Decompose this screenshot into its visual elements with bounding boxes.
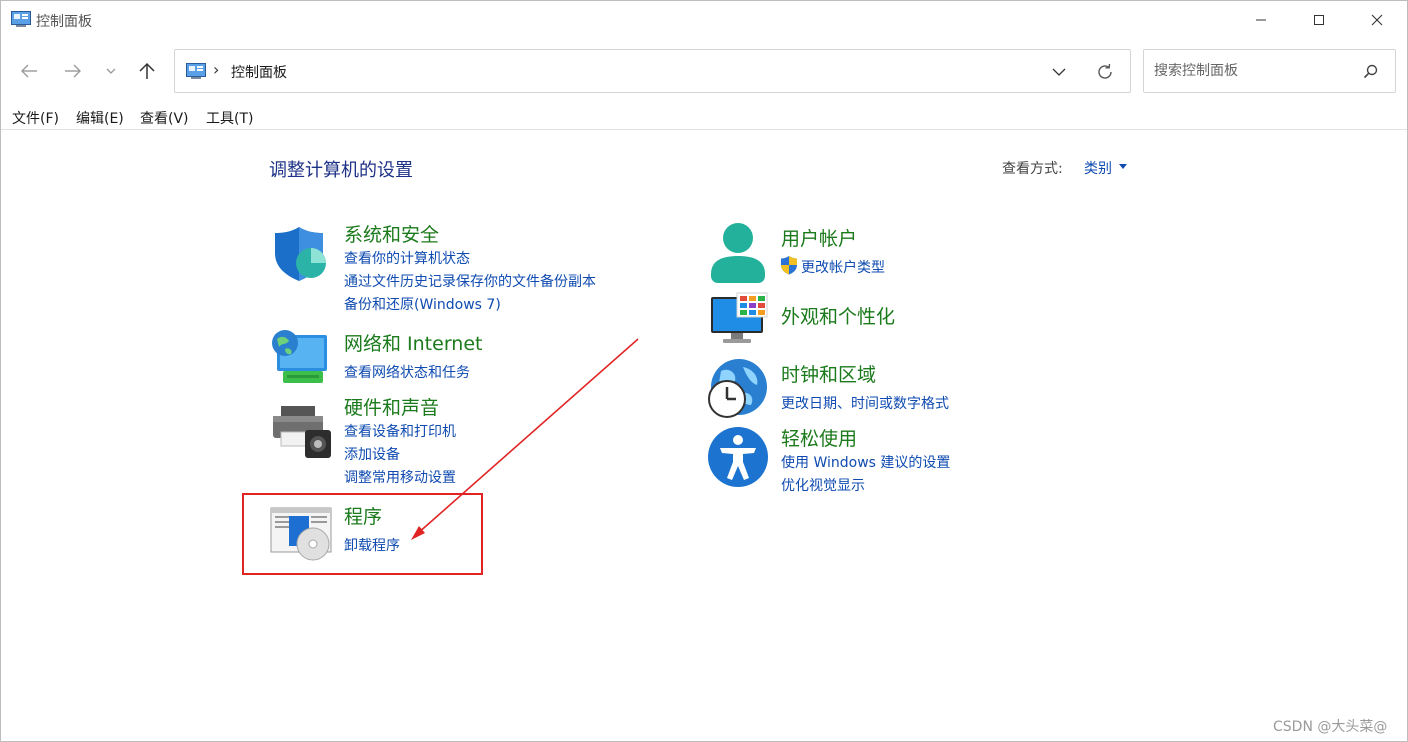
page-title: 调整计算机的设置 — [269, 160, 413, 181]
search-box[interactable] — [1143, 49, 1396, 93]
control-panel-app-icon — [11, 11, 31, 27]
menu-bar: 文件(F) 编辑(E) 查看(V) 工具(T) — [1, 103, 1407, 130]
link-backup-restore[interactable]: 备份和还原(Windows 7) — [344, 294, 501, 314]
printer-speaker-icon[interactable] — [271, 404, 333, 464]
shield-icon[interactable] — [271, 223, 331, 287]
navigation-bar: › 控制面板 — [1, 39, 1407, 101]
close-icon — [1371, 14, 1383, 26]
link-change-account-type[interactable]: 更改帐户类型 — [801, 257, 885, 277]
category-clock-region[interactable]: 时钟和区域 — [781, 360, 876, 387]
link-mobility-settings[interactable]: 调整常用移动设置 — [344, 467, 456, 487]
refresh-button[interactable] — [1093, 61, 1117, 83]
menu-tools[interactable]: 工具(T) — [206, 108, 253, 128]
menu-file[interactable]: 文件(F) — [12, 108, 59, 128]
minimize-icon — [1256, 19, 1266, 21]
network-icon[interactable] — [269, 327, 331, 391]
annotation-highlight-box — [242, 493, 483, 575]
category-ease-of-access[interactable]: 轻松使用 — [781, 424, 857, 451]
caret-down-icon[interactable] — [1119, 164, 1127, 169]
close-button[interactable] — [1347, 1, 1407, 39]
link-windows-recommended-settings[interactable]: 使用 Windows 建议的设置 — [781, 452, 950, 472]
control-panel-window: 控制面板 › 控制面板 搜索控制面板 文件(F) 编辑(E) 查看(V) 工具(… — [0, 0, 1408, 742]
up-button[interactable] — [133, 57, 161, 85]
category-user-accounts[interactable]: 用户帐户 — [781, 224, 857, 251]
address-bar[interactable]: › 控制面板 — [174, 49, 1131, 93]
category-network-internet[interactable]: 网络和 Internet — [344, 329, 482, 356]
refresh-icon — [1098, 63, 1112, 79]
recent-locations-button[interactable] — [98, 57, 124, 85]
arrow-up-icon — [139, 62, 155, 79]
watermark: CSDN @大头菜@ — [1273, 719, 1388, 735]
view-by-dropdown[interactable]: 类别 — [1084, 158, 1112, 178]
category-system-security[interactable]: 系统和安全 — [344, 220, 439, 247]
user-account-icon[interactable] — [709, 222, 767, 288]
arrow-left-icon — [21, 64, 37, 78]
link-optimize-visual-display[interactable]: 优化视觉显示 — [781, 475, 865, 495]
link-view-computer-status[interactable]: 查看你的计算机状态 — [344, 248, 470, 268]
control-panel-icon — [186, 63, 206, 79]
link-devices-printers[interactable]: 查看设备和打印机 — [344, 421, 456, 441]
breadcrumb-control-panel[interactable]: 控制面板 — [231, 62, 287, 82]
link-file-history-backup[interactable]: 通过文件历史记录保存你的文件备份副本 — [344, 271, 596, 291]
maximize-icon — [1314, 15, 1324, 25]
back-button[interactable] — [15, 57, 43, 85]
address-dropdown-button[interactable] — [1047, 62, 1071, 82]
forward-button[interactable] — [59, 57, 87, 85]
chevron-down-icon — [1052, 68, 1066, 76]
chevron-down-icon — [106, 68, 116, 74]
link-network-status-tasks[interactable]: 查看网络状态和任务 — [344, 362, 470, 382]
link-add-device[interactable]: 添加设备 — [344, 444, 400, 464]
window-title: 控制面板 — [36, 14, 92, 30]
search-input[interactable] — [1145, 51, 1350, 91]
appearance-monitor-icon[interactable] — [709, 291, 769, 351]
maximize-button[interactable] — [1289, 1, 1349, 39]
minimize-button[interactable] — [1231, 1, 1291, 39]
category-appearance-personalization[interactable]: 外观和个性化 — [781, 302, 895, 329]
category-hardware-sound[interactable]: 硬件和声音 — [344, 393, 439, 420]
breadcrumb-separator[interactable]: › — [213, 60, 219, 79]
search-icon[interactable] — [1362, 63, 1380, 81]
clock-globe-icon[interactable] — [707, 357, 769, 423]
menu-edit[interactable]: 编辑(E) — [76, 108, 124, 128]
menu-view[interactable]: 查看(V) — [140, 108, 189, 128]
uac-shield-icon — [780, 255, 798, 279]
view-by-label: 查看方式: — [1002, 161, 1063, 177]
link-change-date-time-format[interactable]: 更改日期、时间或数字格式 — [781, 393, 949, 413]
arrow-right-icon — [65, 64, 81, 78]
title-bar[interactable]: 控制面板 — [1, 1, 1407, 39]
accessibility-icon[interactable] — [707, 426, 769, 492]
